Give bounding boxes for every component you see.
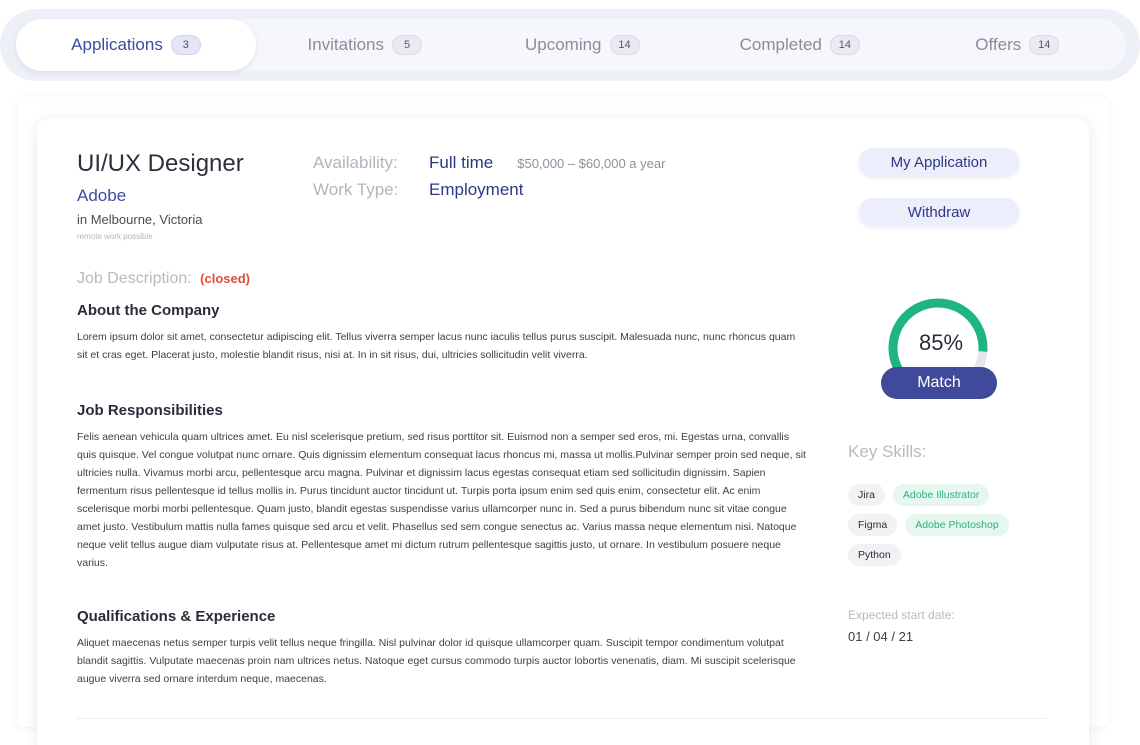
section-text-about: Lorem ipsum dolor sit amet, consectetur … [77,331,796,361]
job-location: in Melbourne, Victoria [77,212,203,227]
withdraw-button[interactable]: Withdraw [859,198,1019,226]
my-application-button[interactable]: My Application [859,148,1019,176]
tab-applications[interactable]: Applications 3 [16,19,256,71]
job-description-heading: Job Description: (closed) [77,270,250,288]
section-title-responsibilities: Job Responsibilities [77,402,223,419]
section-title-qualifications: Qualifications & Experience [77,608,276,625]
skill-row: Jira Adobe Illustrator [848,484,1048,508]
tab-completed[interactable]: Completed 14 [691,19,909,71]
job-description-label: Job Description: [77,270,192,287]
section-text-responsibilities: Felis aenean vehicula quam ultrices amet… [77,431,806,569]
tab-label: Applications [71,35,163,54]
tab-count-badge: 5 [392,35,423,55]
skill-row: Python [848,544,1048,568]
match-percent: 85% [918,330,964,355]
tab-label: Completed [739,35,822,54]
job-status-closed: (closed) [200,271,251,286]
start-date-label: Expected start date: [848,608,955,622]
section-text-qualifications: Aliquet maecenas netus semper turpis vel… [77,637,796,685]
tab-upcoming[interactable]: Upcoming 14 [474,19,692,71]
salary-range: $50,000 – $60,000 a year [517,156,666,171]
job-meta: Availability: Full time $50,000 – $60,00… [313,153,665,207]
tab-bar: Applications 3 Invitations 5 Upcoming 14… [16,19,1126,71]
skill-chip: Python [848,544,901,566]
card-divider [77,718,1047,719]
start-date-value: 01 / 04 / 21 [848,629,914,644]
match-label: Match [881,367,997,399]
skill-chip: Jira [848,484,885,506]
skill-chip: Adobe Illustrator [892,484,990,506]
tab-invitations[interactable]: Invitations 5 [256,19,474,71]
skill-chip: Adobe Photoshop [905,514,1009,536]
tab-label: Invitations [307,35,385,54]
skill-row: Figma Adobe Photoshop [848,514,1048,538]
tab-count-badge: 3 [170,35,201,55]
company-name[interactable]: Adobe [77,186,126,206]
key-skills-list: Jira Adobe Illustrator Figma Adobe Photosho… [848,484,1048,574]
availability-value: Full time [429,153,494,172]
section-title-about: About the Company [77,302,220,319]
skill-chip: Figma [848,514,898,536]
availability-row: Availability: Full time $50,000 – $60,00… [313,153,665,180]
availability-label: Availability: [313,153,398,172]
tab-count-badge: 14 [829,35,860,55]
tab-count-badge: 14 [1029,35,1060,55]
tab-label: Offers [975,35,1022,54]
key-skills-heading: Key Skills: [848,442,927,461]
job-title: UI/UX Designer [77,150,244,177]
tab-offers[interactable]: Offers 14 [909,19,1127,71]
remote-note: remote work possible [77,232,153,241]
tab-count-badge: 14 [609,35,640,55]
job-card: UI/UX Designer Adobe in Melbourne, Victo… [37,118,1089,745]
tab-bar-background: Applications 3 Invitations 5 Upcoming 14… [0,9,1140,81]
work-type-row: Work Type: Employment [313,180,665,207]
work-type-label: Work Type: [313,180,399,199]
tab-label: Upcoming [524,35,602,54]
work-type-value: Employment [429,180,524,199]
